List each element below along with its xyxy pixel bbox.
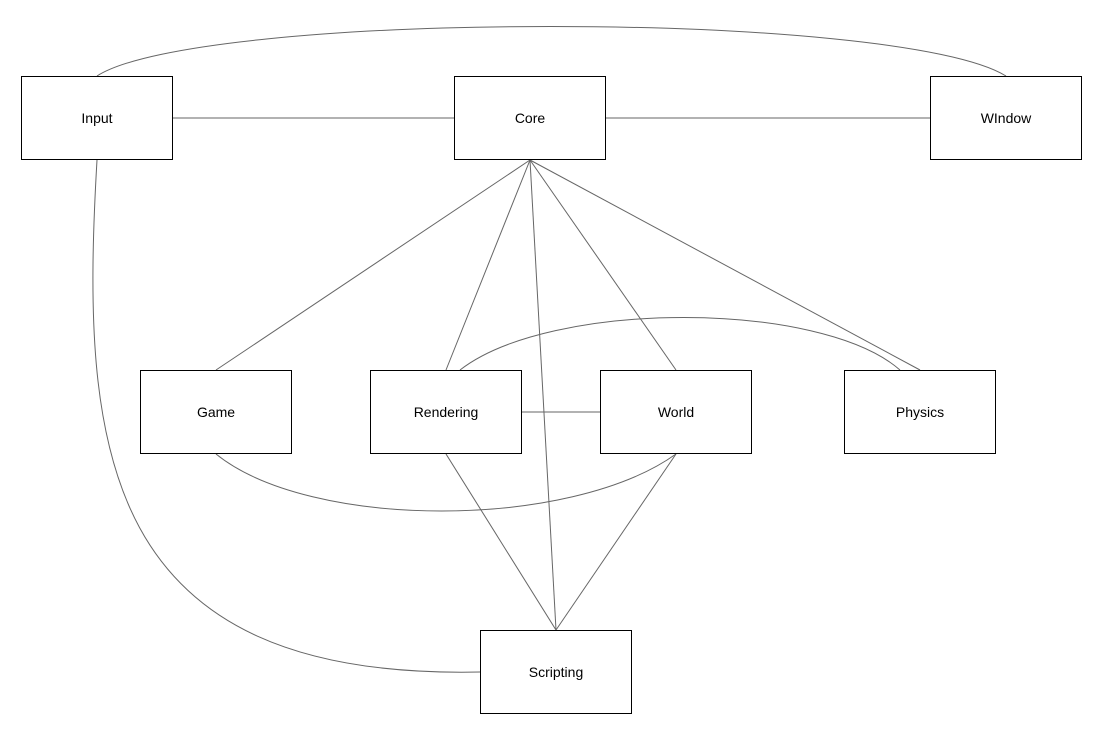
node-world[interactable]: World (600, 370, 752, 454)
node-label: Core (515, 110, 545, 126)
node-physics[interactable]: Physics (844, 370, 996, 454)
architecture-diagram: Input Core WIndow Game Rendering World P… (0, 0, 1107, 755)
edge-core-world (530, 160, 676, 370)
node-label: WIndow (981, 110, 1032, 126)
node-window[interactable]: WIndow (930, 76, 1082, 160)
node-label: Scripting (529, 664, 583, 680)
edge-core-rendering (446, 160, 530, 370)
node-label: Rendering (414, 404, 479, 420)
edge-input-window (97, 27, 1006, 77)
edge-world-scripting (556, 454, 676, 630)
node-label: Input (81, 110, 112, 126)
node-core[interactable]: Core (454, 76, 606, 160)
node-rendering[interactable]: Rendering (370, 370, 522, 454)
node-label: World (658, 404, 694, 420)
edge-game-world (216, 454, 676, 511)
edge-rendering-physics (460, 318, 900, 371)
node-game[interactable]: Game (140, 370, 292, 454)
edge-core-scripting (530, 160, 556, 630)
edge-rendering-scripting (446, 454, 556, 630)
edge-core-game (216, 160, 530, 370)
node-label: Game (197, 404, 235, 420)
node-label: Physics (896, 404, 944, 420)
node-input[interactable]: Input (21, 76, 173, 160)
edge-core-physics (530, 160, 920, 370)
node-scripting[interactable]: Scripting (480, 630, 632, 714)
